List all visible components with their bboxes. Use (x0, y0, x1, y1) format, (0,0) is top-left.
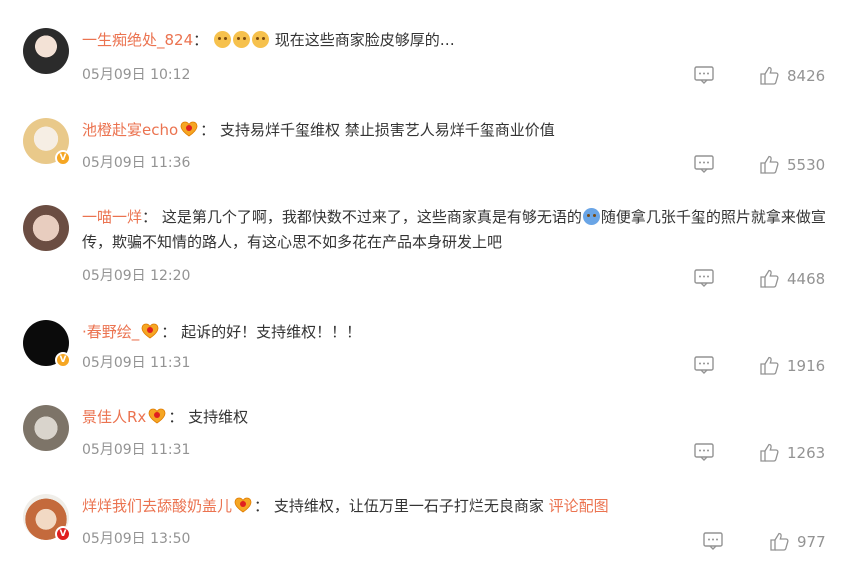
username[interactable]: 一喵一烊 (82, 208, 142, 226)
timestamp: 05月09日 10:12 (82, 67, 191, 83)
comment-icon (694, 155, 714, 173)
fan-badge-icon (148, 408, 166, 424)
like-count: 1916 (787, 356, 826, 375)
username[interactable]: 景佳人Rx (82, 408, 146, 426)
like-count: 1263 (787, 443, 826, 462)
like-button[interactable]: 1916 (760, 356, 825, 375)
comment-text: 支持维权，让伍万里一石子打烂无良商家 (273, 497, 544, 515)
fan-badge-icon (180, 121, 198, 137)
avatar[interactable] (23, 205, 69, 251)
username[interactable]: ·春野绘_ (82, 323, 139, 341)
avatar[interactable]: V (23, 118, 71, 166)
comment-text: 支持维权 (188, 408, 249, 426)
comment-text: 这是第几个了啊，我都快数不过来了，这些商家真是有够无语的 (161, 208, 582, 226)
comment-icon (694, 356, 714, 374)
comment-text: 起诉的好！支持维权！！！ (181, 323, 362, 341)
thumbs-up-icon (760, 443, 779, 462)
emoji-icon (582, 208, 600, 225)
like-count: 4468 (787, 269, 826, 288)
username[interactable]: 烊烊我们去舔酸奶盖儿 (82, 497, 232, 515)
like-count: 977 (797, 532, 826, 551)
timestamp: 05月09日 13:50 (82, 531, 191, 547)
avatar[interactable]: V (23, 494, 71, 542)
verified-badge: V (55, 352, 71, 368)
username[interactable]: 一生痴绝处_824 (82, 31, 193, 49)
avatar[interactable]: V (23, 320, 71, 368)
avatar[interactable] (23, 28, 69, 74)
reply-button[interactable] (694, 443, 714, 461)
reply-button[interactable] (694, 155, 714, 173)
emoji-icon (213, 31, 231, 48)
emoji-icon (251, 31, 269, 48)
comment-text: 现在这些商家脸皮够厚的… (274, 31, 455, 49)
comment-icon (694, 66, 714, 84)
comment-image-link[interactable]: 评论配图 (549, 497, 609, 515)
timestamp: 05月09日 11:36 (82, 155, 191, 171)
comment-text: 支持易烊千玺维权 禁止损害艺人易烊千玺商业价值 (219, 121, 555, 139)
like-button[interactable]: 977 (770, 532, 826, 551)
like-button[interactable]: 8426 (760, 66, 825, 85)
thumbs-up-icon (760, 155, 779, 174)
timestamp: 05月09日 11:31 (82, 355, 191, 371)
avatar[interactable] (23, 405, 69, 451)
thumbs-up-icon (770, 532, 789, 551)
fan-badge-icon (234, 497, 252, 513)
comment-icon (694, 269, 714, 287)
reply-button[interactable] (703, 532, 723, 550)
fan-badge-icon (141, 323, 159, 339)
like-button[interactable]: 1263 (760, 443, 825, 462)
like-count: 8426 (787, 66, 826, 85)
reply-button[interactable] (694, 356, 714, 374)
reply-button[interactable] (694, 66, 714, 84)
timestamp: 05月09日 11:31 (82, 442, 191, 458)
verified-badge: V (55, 150, 71, 166)
like-button[interactable]: 5530 (760, 155, 825, 174)
like-count: 5530 (787, 155, 826, 174)
timestamp: 05月09日 12:20 (82, 268, 191, 284)
comment-icon (703, 532, 723, 550)
verified-badge: V (55, 526, 71, 542)
thumbs-up-icon (760, 356, 779, 375)
username[interactable]: 池橙赴宴echo (82, 121, 178, 139)
reply-button[interactable] (694, 269, 714, 287)
emoji-icon (232, 31, 250, 48)
thumbs-up-icon (760, 66, 779, 85)
like-button[interactable]: 4468 (760, 269, 825, 288)
thumbs-up-icon (760, 269, 779, 288)
comment-icon (694, 443, 714, 461)
